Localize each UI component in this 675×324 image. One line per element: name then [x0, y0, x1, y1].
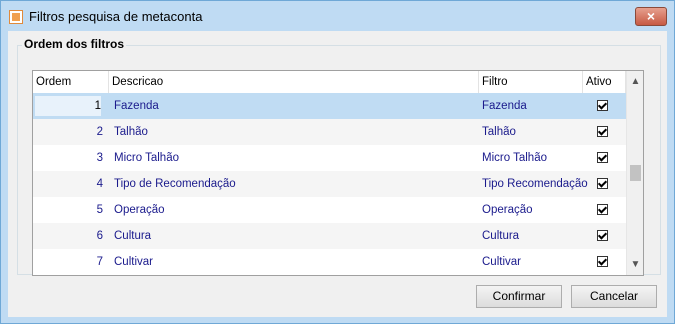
table-row[interactable]: 5 Operação Operação	[33, 197, 626, 223]
filtro-cell[interactable]: Cultura	[479, 223, 583, 249]
ativo-cell[interactable]	[585, 119, 626, 145]
filtro-cell[interactable]: Talhão	[479, 119, 583, 145]
table-row[interactable]: 1 Fazenda Fazenda	[33, 93, 626, 119]
app-icon	[9, 10, 23, 24]
ativo-checkbox[interactable]	[597, 178, 608, 189]
ativo-checkbox[interactable]	[597, 100, 608, 111]
ordem-cell[interactable]: 2	[33, 119, 109, 145]
filtro-cell[interactable]: Micro Talhão	[479, 145, 583, 171]
descricao-cell[interactable]: Talhão	[111, 119, 477, 145]
descricao-cell[interactable]: Tipo de Recomendação	[111, 171, 477, 197]
descricao-cell[interactable]: Cultura	[111, 223, 477, 249]
ordem-cell[interactable]: 4	[33, 171, 109, 197]
ordem-cell[interactable]: 6	[33, 223, 109, 249]
filtro-cell[interactable]: Cultivar	[479, 249, 583, 275]
ordem-cell[interactable]: 5	[33, 197, 109, 223]
ordem-editor[interactable]: 1	[35, 96, 101, 116]
ordem-value: 1	[94, 100, 101, 112]
confirm-button[interactable]: Confirmar	[476, 285, 562, 308]
ordem-cell[interactable]: 3	[33, 145, 109, 171]
column-header-filtro[interactable]: Filtro	[479, 71, 583, 93]
table-row[interactable]: 7 Cultivar Cultivar	[33, 249, 626, 275]
cancel-button[interactable]: Cancelar	[571, 285, 657, 308]
ativo-cell[interactable]	[585, 197, 626, 223]
filtro-cell[interactable]: Tipo Recomendação	[479, 171, 588, 197]
scroll-up-icon[interactable]: ▲	[627, 73, 643, 90]
filtro-cell[interactable]: Fazenda	[479, 93, 583, 119]
ativo-checkbox[interactable]	[597, 152, 608, 163]
window-title: Filtros pesquisa de metaconta	[29, 9, 203, 24]
ativo-cell[interactable]	[585, 171, 626, 197]
vertical-scrollbar[interactable]: ▲ ▼	[626, 71, 643, 275]
descricao-cell[interactable]: Fazenda	[111, 93, 477, 119]
filter-order-group: Ordem dos filtros Ordem Descricao Filtro…	[17, 37, 661, 276]
title-bar[interactable]: Filtros pesquisa de metaconta ×	[1, 1, 674, 31]
descricao-cell[interactable]: Micro Talhão	[111, 145, 477, 171]
ativo-checkbox[interactable]	[597, 230, 608, 241]
close-button[interactable]: ×	[635, 7, 667, 26]
ativo-checkbox[interactable]	[597, 204, 608, 215]
ativo-checkbox[interactable]	[597, 256, 608, 267]
scroll-thumb[interactable]	[630, 165, 641, 181]
filters-grid[interactable]: Ordem Descricao Filtro Ativo 1 Fazenda Faz…	[32, 70, 644, 276]
ativo-cell[interactable]	[585, 93, 626, 119]
table-row[interactable]: 2 Talhão Talhão	[33, 119, 626, 145]
scroll-down-icon[interactable]: ▼	[627, 256, 643, 273]
table-row[interactable]: 6 Cultura Cultura	[33, 223, 626, 249]
ativo-checkbox[interactable]	[597, 126, 608, 137]
table-row[interactable]: 4 Tipo de Recomendação Tipo Recomendação	[33, 171, 626, 197]
column-header-descricao[interactable]: Descricao	[109, 71, 479, 93]
ordem-cell[interactable]: 1	[33, 93, 109, 119]
dialog-body: Ordem dos filtros Ordem Descricao Filtro…	[8, 31, 667, 317]
table-row[interactable]: 3 Micro Talhão Micro Talhão	[33, 145, 626, 171]
filtro-cell[interactable]: Operação	[479, 197, 583, 223]
grid-header: Ordem Descricao Filtro Ativo	[33, 71, 626, 94]
group-title: Ordem dos filtros	[22, 37, 127, 51]
ordem-cell[interactable]: 7	[33, 249, 109, 275]
ativo-cell[interactable]	[585, 249, 626, 275]
ativo-cell[interactable]	[585, 145, 626, 171]
ativo-cell[interactable]	[585, 223, 626, 249]
dialog-window: Filtros pesquisa de metaconta × Ordem do…	[0, 0, 675, 324]
column-header-ativo[interactable]: Ativo	[583, 71, 626, 93]
descricao-cell[interactable]: Cultivar	[111, 249, 477, 275]
column-header-ordem[interactable]: Ordem	[33, 71, 109, 93]
descricao-cell[interactable]: Operação	[111, 197, 477, 223]
